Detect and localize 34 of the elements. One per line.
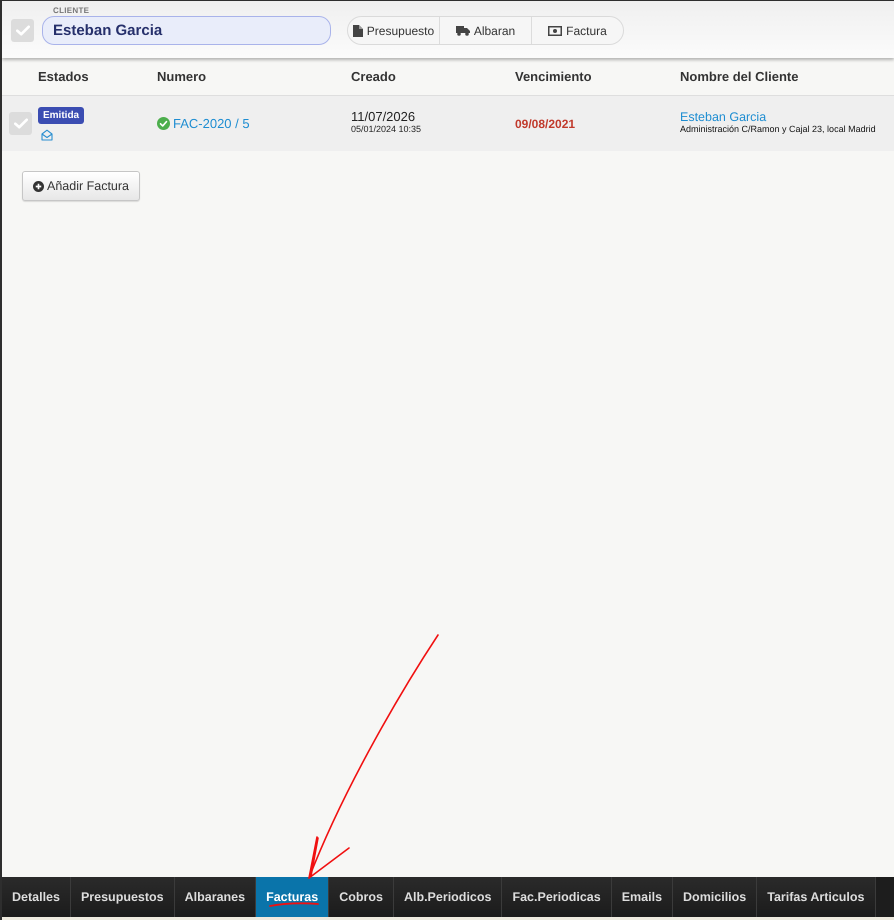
banknote-icon xyxy=(548,26,562,36)
tab[interactable]: Domicilios xyxy=(673,877,758,917)
toolbar-button[interactable]: Factura xyxy=(531,17,623,44)
tab[interactable]: Emails xyxy=(612,877,674,917)
tab[interactable]: Alb.Periodicos xyxy=(394,877,502,917)
plus-circle-icon xyxy=(33,180,44,192)
file-icon xyxy=(352,24,363,36)
tab[interactable]: Tarifas Articulos xyxy=(757,877,876,917)
column-header: Numero xyxy=(157,69,206,84)
check-icon xyxy=(14,118,28,129)
tab[interactable]: Fac.Periodicas xyxy=(502,877,612,917)
tab[interactable]: Detalles xyxy=(2,877,71,917)
column-header: Nombre del Cliente xyxy=(680,69,798,84)
toolbar-button[interactable]: Albaran xyxy=(439,17,531,44)
tab[interactable]: Albaranes xyxy=(174,877,256,917)
client-address: Administración C/Ramon y Cajal 23, local Madrid xyxy=(680,124,876,135)
tab[interactable]: Presupuestos xyxy=(70,877,175,917)
checkbox[interactable] xyxy=(9,112,32,135)
client-field[interactable]: Esteban Garcia xyxy=(42,16,331,45)
column-header: Creado xyxy=(351,69,396,84)
tab[interactable]: Cobros xyxy=(329,877,394,917)
due-date: 09/08/2021 xyxy=(515,116,576,130)
created-date: 11/07/2026 xyxy=(351,110,416,124)
column-header: Vencimiento xyxy=(515,69,592,84)
column-header: Estados xyxy=(38,69,89,84)
checkbox[interactable] xyxy=(11,19,34,42)
status-badge: Emitida xyxy=(38,107,84,124)
check-icon xyxy=(16,25,30,36)
field-label: CLIENTE xyxy=(53,6,90,16)
toolbar-button[interactable]: Presupuesto xyxy=(348,17,439,44)
tab[interactable]: Facturas xyxy=(256,877,330,917)
truck-icon xyxy=(456,25,470,36)
add-invoice-button[interactable]: Añadir Factura xyxy=(22,171,140,201)
created-timestamp: 05/01/2024 10:35 xyxy=(351,124,422,134)
